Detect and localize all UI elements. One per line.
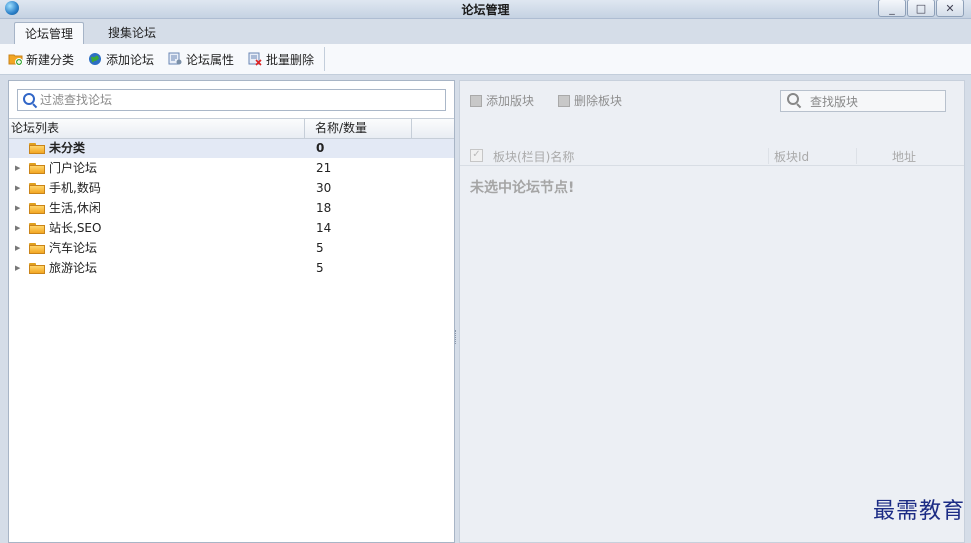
add-block-label: 添加版块 bbox=[486, 94, 535, 108]
new-category-label: 新建分类 bbox=[26, 52, 75, 67]
toolbar-group: 新建分类 添加论坛 论坛属性 批量删除 bbox=[8, 47, 326, 71]
folder-icon bbox=[29, 263, 45, 274]
column-header-name-count[interactable]: 名称/数量 bbox=[309, 119, 412, 138]
title-bar: 论坛管理 _ □ ✕ bbox=[0, 0, 971, 19]
forum-category-name: 旅游论坛 bbox=[49, 261, 98, 275]
search-icon bbox=[787, 93, 799, 105]
close-button[interactable]: ✕ bbox=[936, 0, 964, 17]
tab-collect-forums[interactable]: 搜集论坛 bbox=[98, 22, 166, 44]
column-header-block-name[interactable]: 板块(栏目)名称 bbox=[493, 148, 574, 165]
add-forum-label: 添加论坛 bbox=[106, 52, 155, 67]
tree-row[interactable]: ▶ 站长,SEO 14 bbox=[9, 219, 454, 238]
forum-category-name: 站长,SEO bbox=[49, 221, 102, 235]
folder-icon bbox=[29, 143, 45, 154]
forum-filter-input[interactable] bbox=[40, 90, 440, 110]
folder-icon bbox=[29, 243, 45, 254]
forum-category-name: 生活,休闲 bbox=[49, 201, 101, 215]
expand-arrow-icon[interactable]: ▶ bbox=[15, 159, 20, 178]
tab-bar: 论坛管理 搜集论坛 bbox=[0, 19, 971, 45]
batch-delete-label: 批量删除 bbox=[266, 52, 315, 67]
folder-icon bbox=[29, 163, 45, 174]
minimize-button[interactable]: _ bbox=[878, 0, 906, 17]
forum-count: 30 bbox=[316, 181, 332, 195]
forum-category-name: 未分类 bbox=[49, 141, 86, 155]
block-search-placeholder: 查找版块 bbox=[810, 95, 859, 109]
tree-row[interactable]: ▶ 门户论坛 21 bbox=[9, 159, 454, 178]
delete-block-button[interactable]: 删除板块 bbox=[558, 92, 622, 109]
block-grid-header: ✓ 板块(栏目)名称 板块Id 地址 bbox=[460, 146, 964, 166]
forum-count: 21 bbox=[316, 161, 332, 175]
delete-icon bbox=[248, 52, 262, 66]
tree-row[interactable]: ▶ 生活,休闲 18 bbox=[9, 199, 454, 218]
expand-arrow-icon[interactable]: ▶ bbox=[15, 179, 20, 198]
restore-button[interactable]: □ bbox=[907, 0, 935, 17]
forum-count: 14 bbox=[316, 221, 332, 235]
globe-icon bbox=[88, 52, 102, 66]
forum-count: 0 bbox=[316, 141, 325, 155]
tree-row[interactable]: 未分类 0 bbox=[9, 139, 454, 158]
column-header-address[interactable]: 地址 bbox=[892, 148, 916, 165]
panel-splitter[interactable] bbox=[455, 330, 458, 344]
tree-row[interactable]: ▶ 旅游论坛 5 bbox=[9, 259, 454, 278]
forum-category-name: 汽车论坛 bbox=[49, 241, 98, 255]
new-category-button[interactable]: 新建分类 bbox=[8, 51, 74, 68]
expand-arrow-icon[interactable]: ▶ bbox=[15, 219, 20, 238]
block-panel: 添加版块 删除板块 查找版块 ✓ 板块(栏目)名称 板块Id 地址 未选中论坛节… bbox=[459, 80, 965, 543]
column-divider bbox=[768, 148, 769, 164]
forum-filter-box bbox=[17, 89, 446, 111]
select-all-checkbox[interactable]: ✓ bbox=[470, 149, 483, 162]
window-title: 论坛管理 bbox=[461, 3, 510, 17]
forum-properties-label: 论坛属性 bbox=[186, 52, 235, 67]
add-forum-button[interactable]: 添加论坛 bbox=[88, 51, 154, 68]
column-header-forum-list[interactable]: 论坛列表 bbox=[11, 119, 305, 138]
folder-icon bbox=[29, 183, 45, 194]
forum-count: 18 bbox=[316, 201, 332, 215]
expand-arrow-icon[interactable]: ▶ bbox=[15, 199, 20, 218]
new-folder-icon bbox=[8, 52, 23, 66]
properties-icon bbox=[168, 52, 182, 66]
delete-block-icon bbox=[558, 94, 570, 107]
folder-icon bbox=[29, 223, 45, 234]
forum-count: 5 bbox=[316, 261, 324, 275]
watermark: 最需教育 bbox=[872, 499, 965, 524]
folder-icon bbox=[29, 203, 45, 214]
add-block-button[interactable]: 添加版块 bbox=[470, 92, 534, 109]
block-search-box[interactable]: 查找版块 bbox=[780, 90, 946, 112]
column-header-block-id[interactable]: 板块Id bbox=[774, 148, 809, 165]
forum-category-name: 门户论坛 bbox=[49, 161, 98, 175]
tab-forum-management[interactable]: 论坛管理 bbox=[14, 22, 85, 45]
forum-count: 5 bbox=[316, 241, 324, 255]
forum-properties-button[interactable]: 论坛属性 bbox=[168, 51, 234, 68]
add-block-icon bbox=[470, 94, 482, 107]
forum-list-panel: 论坛列表 名称/数量 未分类 0 ▶ 门户论坛 21 ▶ 手机,数码 30 ▶ … bbox=[8, 80, 455, 543]
delete-block-label: 删除板块 bbox=[574, 94, 623, 108]
search-icon bbox=[23, 93, 35, 105]
tree-row[interactable]: ▶ 手机,数码 30 bbox=[9, 179, 454, 198]
toolbar: 新建分类 添加论坛 论坛属性 批量删除 bbox=[0, 44, 971, 75]
column-divider bbox=[856, 148, 857, 164]
forum-list-header: 论坛列表 名称/数量 bbox=[9, 118, 454, 139]
tree-row[interactable]: ▶ 汽车论坛 5 bbox=[9, 239, 454, 258]
expand-arrow-icon[interactable]: ▶ bbox=[15, 239, 20, 258]
batch-delete-button[interactable]: 批量删除 bbox=[248, 51, 314, 68]
empty-message: 未选中论坛节点! bbox=[470, 180, 575, 196]
expand-arrow-icon[interactable]: ▶ bbox=[15, 259, 20, 278]
forum-category-name: 手机,数码 bbox=[49, 181, 101, 195]
